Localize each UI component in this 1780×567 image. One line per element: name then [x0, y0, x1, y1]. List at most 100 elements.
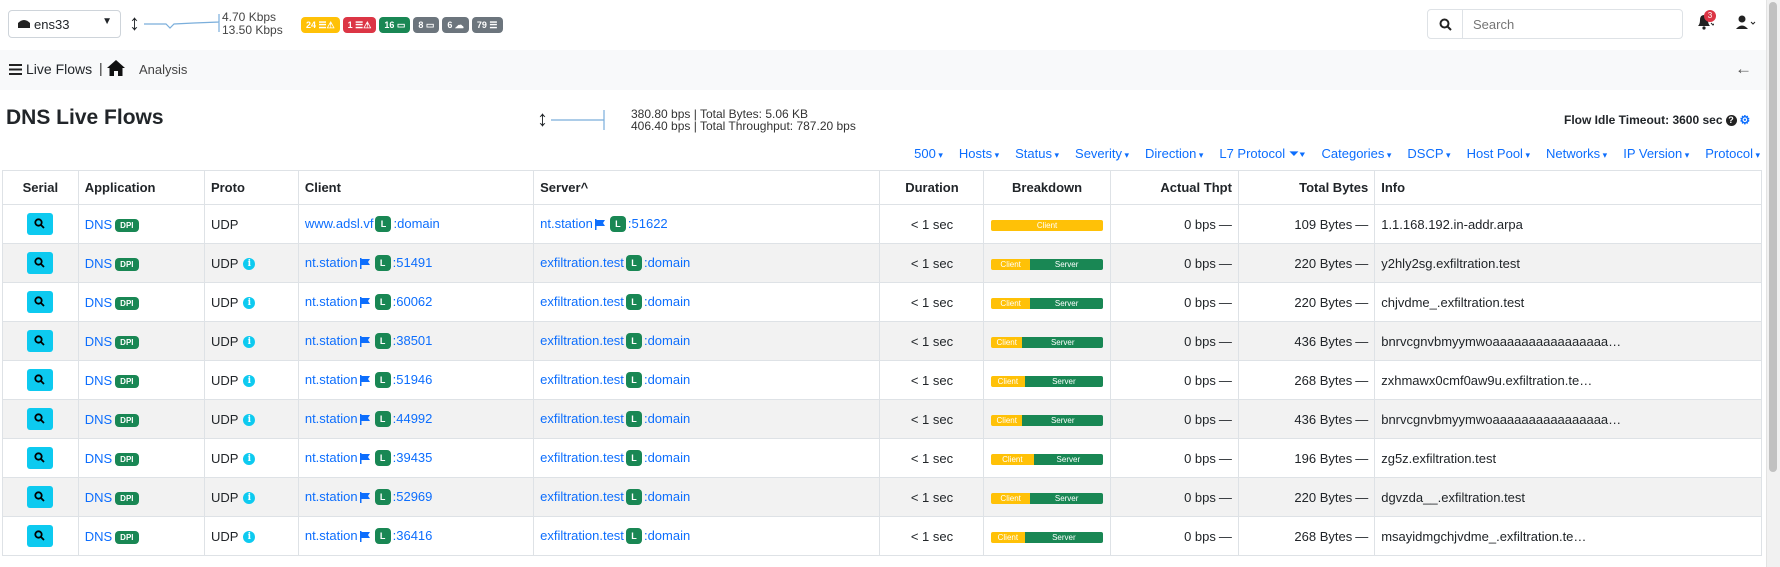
application-link[interactable]: DNS [85, 334, 112, 349]
application-link[interactable]: DNS [85, 373, 112, 388]
client-port-link[interactable]: :36416 [393, 528, 433, 543]
user-icon[interactable] [1736, 15, 1758, 29]
application-link[interactable]: DNS [85, 490, 112, 505]
col-info[interactable]: Info [1374, 170, 1762, 205]
server-host-link[interactable]: exfiltration.test [540, 372, 624, 387]
flow-details-button[interactable] [27, 486, 54, 508]
server-port-link[interactable]: :domain [644, 489, 690, 504]
flow-details-button[interactable] [27, 369, 54, 391]
col-server[interactable]: Server^ [533, 170, 881, 205]
info-icon[interactable]: i [243, 414, 256, 427]
client-port-link[interactable]: :60062 [393, 294, 433, 309]
client-host-link[interactable]: nt.station [305, 450, 358, 465]
client-port-link[interactable]: :39435 [393, 450, 433, 465]
col-duration[interactable]: Duration [879, 170, 985, 205]
server-host-link[interactable]: exfiltration.test [540, 411, 624, 426]
application-link[interactable]: DNS [85, 529, 112, 544]
info-icon[interactable]: i [243, 297, 256, 310]
filter-categories[interactable]: Categories [1322, 146, 1392, 162]
col-application[interactable]: Application [77, 170, 205, 205]
breadcrumb-live-flows[interactable]: Live Flows [9, 61, 92, 77]
client-port-link[interactable]: :52969 [393, 489, 433, 504]
filter-severity[interactable]: Severity [1075, 146, 1129, 162]
alerts-error-badge[interactable]: 1 ☰⚠ [342, 17, 377, 33]
filter-hosts[interactable]: Hosts [959, 146, 999, 162]
col-actual-thpt[interactable]: Actual Thpt [1109, 170, 1239, 205]
filter-status[interactable]: Status [1015, 146, 1059, 162]
vertical-scrollbar[interactable] [1766, 0, 1780, 567]
server-host-link[interactable]: exfiltration.test [540, 294, 624, 309]
search-input[interactable] [1463, 10, 1675, 38]
info-icon[interactable]: i [243, 258, 256, 271]
flow-details-button[interactable] [27, 408, 54, 430]
server-port-link[interactable]: :domain [644, 333, 690, 348]
breadcrumb-analysis[interactable]: Analysis [139, 62, 187, 77]
info-icon[interactable]: i [243, 375, 256, 388]
flow-details-button[interactable] [27, 213, 54, 235]
server-port-link[interactable]: :domain [644, 255, 690, 270]
client-host-link[interactable]: nt.station [305, 372, 358, 387]
server-host-link[interactable]: exfiltration.test [540, 333, 624, 348]
gear-icon[interactable]: ⚙ [1740, 113, 1751, 127]
server-host-link[interactable]: exfiltration.test [540, 255, 624, 270]
server-host-link[interactable]: nt.station [540, 216, 593, 231]
col-breakdown[interactable]: Breakdown [983, 170, 1111, 205]
client-host-link[interactable]: nt.station [305, 489, 358, 504]
scrollbar-thumb[interactable] [1769, 2, 1777, 472]
search-icon[interactable] [1428, 10, 1463, 38]
col-total-bytes[interactable]: Total Bytes [1237, 170, 1376, 205]
devices-badge[interactable]: 6 ☁ [442, 17, 469, 33]
remote-hosts-badge[interactable]: 8 ▭ [413, 17, 440, 33]
server-port-link[interactable]: :51622 [628, 216, 668, 231]
client-port-link[interactable]: :44992 [393, 411, 433, 426]
filter-page-size[interactable]: 500 [914, 146, 943, 162]
server-port-link[interactable]: :domain [644, 294, 690, 309]
application-link[interactable]: DNS [85, 256, 112, 271]
col-serial[interactable]: Serial [2, 170, 79, 205]
application-link[interactable]: DNS [85, 451, 112, 466]
info-icon[interactable]: i [243, 531, 256, 544]
hamburger-menu-icon[interactable] [9, 63, 22, 75]
info-icon[interactable]: i [243, 492, 256, 505]
filter-protocol[interactable]: Protocol [1705, 146, 1760, 162]
server-port-link[interactable]: :domain [644, 372, 690, 387]
client-port-link[interactable]: :51491 [393, 255, 433, 270]
alerts-warning-badge[interactable]: 24 ☰⚠ [301, 17, 340, 33]
client-host-link[interactable]: nt.station [305, 294, 358, 309]
server-port-link[interactable]: :domain [644, 450, 690, 465]
filter-direction[interactable]: Direction [1145, 146, 1203, 162]
client-host-link[interactable]: nt.station [305, 528, 358, 543]
flow-details-button[interactable] [27, 291, 54, 313]
help-icon[interactable]: ? [1725, 114, 1737, 126]
flows-badge[interactable]: 79 ☰ [471, 17, 503, 33]
server-port-link[interactable]: :domain [644, 528, 690, 543]
client-port-link[interactable]: :domain [393, 216, 439, 231]
filter-networks[interactable]: Networks [1546, 146, 1607, 162]
server-host-link[interactable]: exfiltration.test [540, 528, 624, 543]
client-port-link[interactable]: :51946 [393, 372, 433, 387]
client-host-link[interactable]: nt.station [305, 411, 358, 426]
col-client[interactable]: Client [297, 170, 535, 205]
application-link[interactable]: DNS [85, 217, 112, 232]
filter-dscp[interactable]: DSCP [1407, 146, 1450, 162]
filter-ip-version[interactable]: IP Version [1623, 146, 1689, 162]
flow-details-button[interactable] [27, 330, 54, 352]
info-icon[interactable]: i [243, 336, 256, 349]
filter-l7-protocol[interactable]: L7 Protocol ⏷▾ [1219, 146, 1305, 162]
back-arrow-icon[interactable]: ← [1735, 59, 1752, 79]
flow-details-button[interactable] [27, 447, 54, 469]
home-icon[interactable] [106, 59, 126, 77]
flow-details-button[interactable] [27, 252, 54, 274]
server-host-link[interactable]: exfiltration.test [540, 489, 624, 504]
client-host-link[interactable]: nt.station [305, 255, 358, 270]
client-host-link[interactable]: nt.station [305, 333, 358, 348]
flow-details-button[interactable] [27, 525, 54, 547]
application-link[interactable]: DNS [85, 412, 112, 427]
client-host-link[interactable]: www.adsl.vf [305, 216, 374, 231]
client-port-link[interactable]: :38501 [393, 333, 433, 348]
server-host-link[interactable]: exfiltration.test [540, 450, 624, 465]
server-port-link[interactable]: :domain [644, 411, 690, 426]
col-proto[interactable]: Proto [203, 170, 299, 205]
application-link[interactable]: DNS [85, 295, 112, 310]
interface-select[interactable]: ens33 ▼ [8, 10, 121, 38]
